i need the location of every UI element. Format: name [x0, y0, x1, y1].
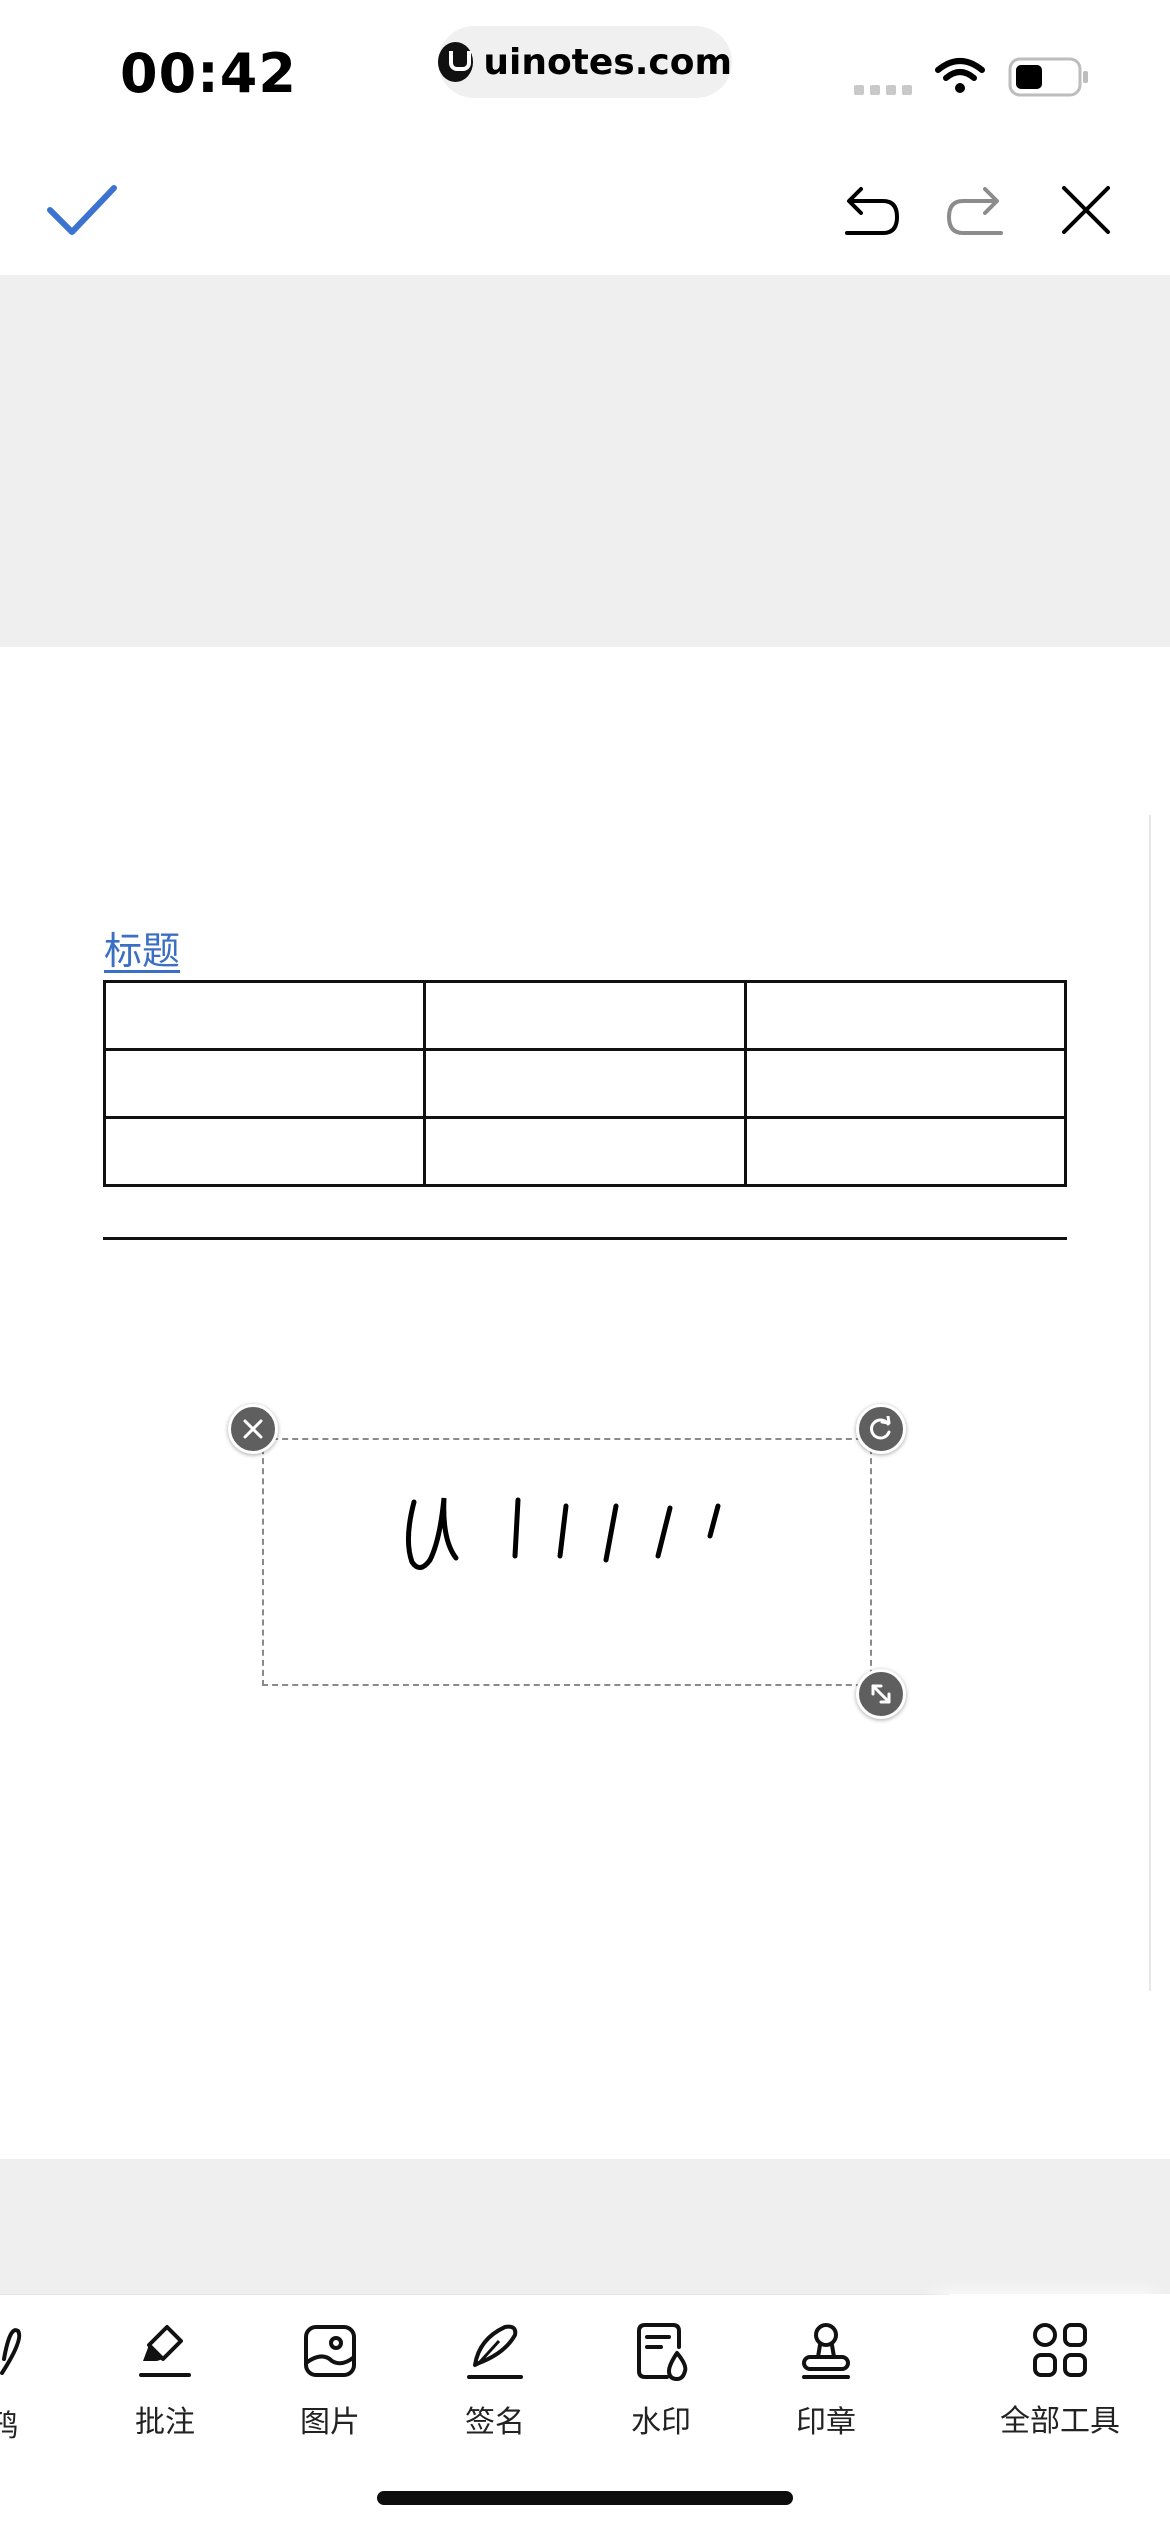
table-cell[interactable]	[743, 1048, 1068, 1119]
all-tools-button[interactable]: 全部工具	[950, 2294, 1170, 2454]
site-logo-icon	[438, 42, 474, 82]
status-bar: 00:42 uinotes.com	[0, 0, 1170, 140]
table-cell[interactable]	[102, 1116, 427, 1187]
tool-watermark-label: 水印	[631, 2405, 691, 2440]
tool-all-label: 全部工具	[1000, 2404, 1120, 2439]
canvas-background-top	[0, 275, 1170, 647]
tool-image[interactable]: 图片	[265, 2319, 395, 2441]
document-page[interactable]	[0, 647, 1170, 2159]
table-cell[interactable]	[423, 980, 747, 1051]
image-icon	[304, 2325, 356, 2377]
undo-icon	[845, 187, 900, 235]
close-icon	[1062, 186, 1110, 234]
tool-doodle-partial[interactable]: 鸦	[0, 2319, 40, 2445]
rotate-icon	[870, 1416, 891, 1440]
tool-image-label: 图片	[300, 2405, 360, 2440]
handwritten-signature	[406, 1497, 721, 1570]
table-cell[interactable]	[423, 1048, 747, 1119]
url-pill[interactable]: uinotes.com	[438, 26, 732, 98]
url-text: uinotes.com	[483, 41, 732, 83]
tool-annotate-label: 批注	[135, 2405, 195, 2440]
home-indicator[interactable]	[377, 2491, 793, 2505]
edit-toolbar	[0, 140, 1170, 275]
tool-signature-label: 签名	[465, 2405, 525, 2440]
table-row	[102, 1116, 1068, 1187]
signature-selection-box[interactable]	[262, 1438, 872, 1686]
resize-diagonal-icon	[871, 1684, 891, 1704]
checkmark-icon	[47, 185, 117, 235]
tool-stamp-label: 印章	[796, 2405, 856, 2440]
wifi-icon	[935, 58, 985, 93]
undo-button[interactable]	[834, 174, 906, 246]
delete-signature-button[interactable]	[228, 1404, 278, 1454]
stamp-icon	[802, 2323, 850, 2379]
rotate-handle[interactable]	[856, 1404, 906, 1454]
highlighter-icon	[139, 2325, 191, 2377]
table-cell[interactable]	[423, 1116, 747, 1187]
cellular-signal-icon	[854, 85, 912, 95]
confirm-button[interactable]	[46, 174, 118, 246]
redo-icon	[946, 187, 1003, 235]
close-button[interactable]	[1050, 174, 1122, 246]
tool-stamp[interactable]: 印章	[761, 2319, 891, 2441]
table-row	[102, 980, 1068, 1051]
doodle-icon	[0, 2328, 22, 2375]
tool-doodle-label: 鸦	[0, 2409, 18, 2444]
watermark-icon	[637, 2323, 688, 2381]
table-cell[interactable]	[743, 980, 1068, 1051]
tool-all[interactable]: 全部工具	[995, 2318, 1125, 2440]
tool-annotate[interactable]: 批注	[100, 2319, 230, 2441]
status-time: 00:42	[120, 42, 297, 105]
scrollbar-track[interactable]	[1149, 815, 1151, 1991]
canvas-background-bottom	[0, 2159, 1170, 2294]
close-icon	[243, 1419, 263, 1439]
resize-handle[interactable]	[856, 1669, 906, 1719]
tool-watermark[interactable]: 水印	[596, 2319, 726, 2441]
battery-icon	[1008, 57, 1088, 97]
horizontal-rule	[103, 1237, 1067, 1240]
table-cell[interactable]	[102, 1048, 427, 1119]
redo-button[interactable]	[940, 174, 1012, 246]
tool-signature[interactable]: 签名	[430, 2319, 560, 2441]
table-cell[interactable]	[743, 1116, 1068, 1187]
table-row	[102, 1048, 1068, 1119]
pen-signature-icon	[467, 2324, 523, 2379]
document-title[interactable]: 标题	[104, 920, 180, 975]
table-cell[interactable]	[102, 980, 427, 1051]
grid-apps-icon	[1033, 2323, 1087, 2377]
document-table[interactable]	[102, 980, 1068, 1187]
